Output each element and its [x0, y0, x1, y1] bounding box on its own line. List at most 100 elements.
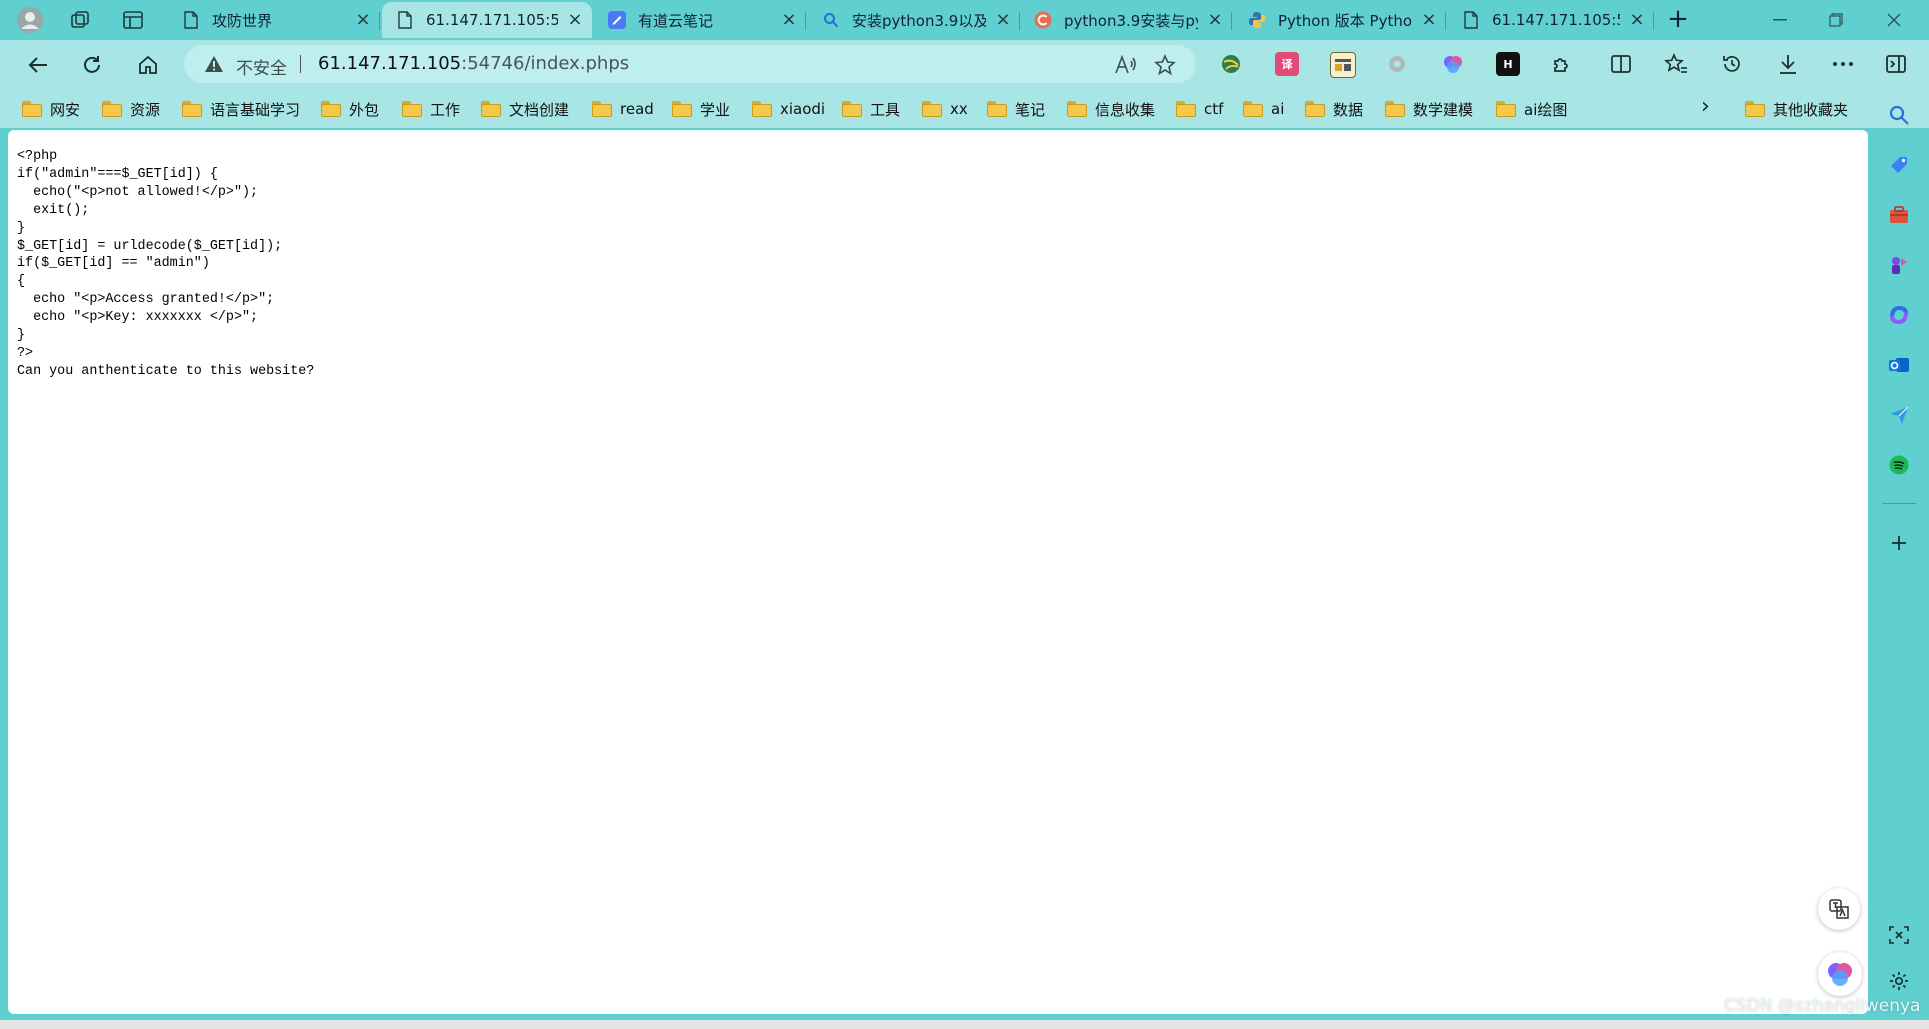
- folder-icon: [321, 101, 341, 117]
- history-icon[interactable]: [1720, 52, 1744, 76]
- sidebar-games-icon[interactable]: [1886, 252, 1912, 278]
- edge-sidebar: [1868, 88, 1929, 1029]
- favorites-icon[interactable]: [1664, 52, 1688, 76]
- close-tab-icon[interactable]: ×: [354, 11, 372, 29]
- address-bar[interactable]: 不安全 61.147.171.105:54746/index.phps: [184, 45, 1196, 83]
- downloads-icon[interactable]: [1776, 52, 1800, 76]
- translate-page-icon[interactable]: [1818, 888, 1860, 930]
- tab-1[interactable]: 攻防世界 ×: [168, 2, 380, 38]
- sidebar-add-icon[interactable]: [1886, 530, 1912, 556]
- folder-icon: [182, 101, 202, 117]
- tab-6[interactable]: Python 版本 Python ×: [1234, 2, 1446, 38]
- tab-actions-icon[interactable]: [119, 6, 147, 34]
- bookmarks-overflow-chevron-icon[interactable]: ›: [1701, 96, 1721, 120]
- close-tab-icon[interactable]: ×: [780, 11, 798, 29]
- bookmark-folder[interactable]: 学业: [672, 98, 730, 120]
- profile-avatar-icon[interactable]: [16, 6, 44, 34]
- split-screen-icon[interactable]: [1609, 52, 1633, 76]
- folder-icon: [1745, 101, 1765, 117]
- bookmark-folder[interactable]: ai绘图: [1496, 98, 1567, 120]
- extension-h-icon[interactable]: H: [1496, 52, 1520, 76]
- sidebar-toggle-icon[interactable]: [1884, 52, 1908, 76]
- folder-icon: [752, 101, 772, 117]
- workspaces-icon[interactable]: [66, 6, 94, 34]
- read-aloud-icon[interactable]: [1114, 54, 1136, 76]
- refresh-icon[interactable]: [77, 50, 107, 80]
- search-icon: [822, 11, 840, 29]
- other-favorites-folder[interactable]: 其他收藏夹: [1745, 98, 1848, 120]
- sidebar-shopping-tag-icon[interactable]: [1886, 152, 1912, 178]
- minimize-icon[interactable]: [1760, 6, 1800, 34]
- new-tab-button[interactable]: +: [1664, 6, 1692, 34]
- close-tab-icon[interactable]: ×: [1206, 11, 1224, 29]
- folder-icon: [1305, 101, 1325, 117]
- page-icon: [1462, 11, 1480, 29]
- sidebar-copilot-icon[interactable]: [1886, 302, 1912, 328]
- folder-icon: [1496, 101, 1516, 117]
- close-tab-icon[interactable]: ×: [1628, 11, 1646, 29]
- extension-brain-icon[interactable]: [1441, 52, 1465, 76]
- not-secure-label[interactable]: 不安全: [236, 54, 287, 79]
- bookmark-folder[interactable]: 数学建模: [1385, 98, 1473, 120]
- tab-3[interactable]: 有道云笔记 ×: [594, 2, 806, 38]
- bookmark-folder[interactable]: xx: [922, 98, 968, 120]
- bookmark-folder[interactable]: 数据: [1305, 98, 1363, 120]
- tab-strip: 攻防世界 × 61.147.171.105:547 × 有道云笔记 × 安装py…: [0, 0, 1929, 40]
- extensions-puzzle-icon[interactable]: [1550, 52, 1574, 76]
- url-text[interactable]: 61.147.171.105:54746/index.phps: [318, 53, 629, 74]
- extension-gear-icon[interactable]: [1385, 52, 1409, 76]
- extension-reader-icon[interactable]: [1330, 52, 1356, 78]
- folder-icon: [1067, 101, 1087, 117]
- close-tab-icon[interactable]: ×: [566, 11, 584, 29]
- back-icon[interactable]: [23, 50, 53, 80]
- tab-2-active[interactable]: 61.147.171.105:547 ×: [382, 2, 592, 38]
- restore-icon[interactable]: [1816, 6, 1856, 34]
- sidebar-screenshot-icon[interactable]: [1886, 922, 1912, 948]
- sidebar-spotify-icon[interactable]: [1886, 452, 1912, 478]
- toolbar: 不安全 61.147.171.105:54746/index.phps 译 H: [0, 40, 1929, 88]
- sidebar-send-icon[interactable]: [1886, 402, 1912, 428]
- tab-title: python3.9安装与py: [1064, 11, 1198, 30]
- tab-5[interactable]: python3.9安装与py ×: [1020, 2, 1232, 38]
- bookmarks-bar: 网安 资源 语言基础学习 外包 工作 文档创建 read 学业 xiaodi 工…: [0, 88, 1929, 128]
- bookmark-folder[interactable]: ctf: [1176, 98, 1223, 120]
- sidebar-tools-icon[interactable]: [1886, 202, 1912, 228]
- bookmark-folder[interactable]: 信息收集: [1067, 98, 1155, 120]
- bookmark-folder[interactable]: 资源: [102, 98, 160, 120]
- folder-icon: [922, 101, 942, 117]
- page-content: <?php if("admin"===$_GET[id]) { echo("<p…: [8, 130, 1868, 1014]
- bookmark-folder[interactable]: 文档创建: [481, 98, 569, 120]
- bookmark-folder[interactable]: 笔记: [987, 98, 1045, 120]
- sidebar-settings-icon[interactable]: [1886, 968, 1912, 994]
- folder-icon: [22, 101, 42, 117]
- python-icon: [1248, 11, 1266, 29]
- tab-title: 61.147.171.105:547: [426, 11, 558, 29]
- sidebar-outlook-icon[interactable]: [1886, 352, 1912, 378]
- csdn-watermark: CSDN @szhangliwenya: [1724, 996, 1921, 1016]
- sidebar-search-icon[interactable]: [1886, 102, 1912, 128]
- extension-translate-icon[interactable]: 译: [1275, 52, 1299, 76]
- close-tab-icon[interactable]: ×: [994, 11, 1012, 29]
- c-logo-icon: [1034, 11, 1052, 29]
- close-window-icon[interactable]: [1874, 6, 1914, 34]
- bookmark-folder[interactable]: xiaodi: [752, 98, 825, 120]
- bookmark-folder[interactable]: read: [592, 98, 654, 120]
- tab-title: 安装python3.9以及: [852, 11, 986, 30]
- close-tab-icon[interactable]: ×: [1420, 11, 1438, 29]
- warning-icon[interactable]: [204, 55, 224, 77]
- bookmark-folder[interactable]: 外包: [321, 98, 379, 120]
- tab-title: 攻防世界: [212, 11, 273, 30]
- bookmark-folder[interactable]: 工具: [842, 98, 900, 120]
- more-options-icon[interactable]: [1831, 52, 1855, 76]
- folder-icon: [672, 101, 692, 117]
- bookmark-folder[interactable]: 工作: [402, 98, 460, 120]
- tab-7[interactable]: 61.147.171.105:547 ×: [1448, 2, 1654, 38]
- copilot-brain-icon[interactable]: [1818, 952, 1862, 996]
- bookmark-folder[interactable]: 网安: [22, 98, 80, 120]
- favorite-star-icon[interactable]: [1154, 54, 1176, 76]
- bookmark-folder[interactable]: 语言基础学习: [182, 98, 300, 120]
- bookmark-folder[interactable]: ai: [1243, 98, 1284, 120]
- extension-globe-icon[interactable]: [1219, 52, 1243, 76]
- tab-4[interactable]: 安装python3.9以及 ×: [808, 2, 1020, 38]
- home-icon[interactable]: [133, 50, 163, 80]
